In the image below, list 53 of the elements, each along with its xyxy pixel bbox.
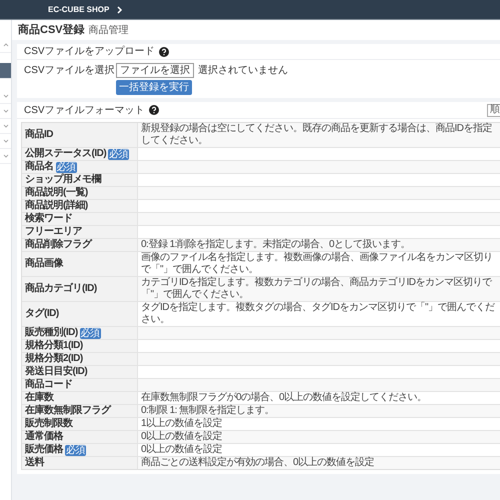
table-cell: カテゴリIDを指定します。複数カテゴリの場合、商品カテゴリIDをカンマ区切りで「"」で囲んでください。 <box>138 277 500 301</box>
field-name: 販売制限数 <box>25 418 72 430</box>
field-name: 発送日目安(ID) <box>25 366 88 378</box>
field-name: 在庫数無制限フラグ <box>25 405 110 417</box>
field-label: CSVファイルを選択 <box>24 64 116 78</box>
field-name: タグ(ID) <box>25 308 59 320</box>
card-title: CSVファイルフォーマット <box>24 104 145 118</box>
chevron-down-icon <box>2 94 8 98</box>
table-cell: 0:登録 1:削除を指定します。未指定の場合、0として扱います。 <box>138 239 500 251</box>
field-name: 販売種別(ID) <box>25 327 78 339</box>
chevron-down-icon <box>2 139 8 143</box>
table-cell: 商品ごとの送料設定が有効の場合、0以上の数値を設定 <box>138 457 500 469</box>
chevron-down-icon <box>2 124 8 128</box>
field-name: 公開ステータス(ID) <box>25 148 106 160</box>
field-name: 販売価格 <box>25 444 63 456</box>
required-badge: 必須 <box>80 328 101 338</box>
field-name: 規格分類2(ID) <box>25 353 83 365</box>
corner-button[interactable]: 順 <box>487 104 500 116</box>
field-name: ショップ用メモ欄 <box>25 174 101 186</box>
chevron-up-icon <box>2 43 8 47</box>
table-cell: 0:制限 1: 無制限を指定します。 <box>138 405 500 417</box>
sidebar-item[interactable] <box>0 63 11 79</box>
page-title: 商品CSV登録 <box>18 22 85 38</box>
field-name: 在庫数 <box>25 392 54 404</box>
required-badge: 必須 <box>108 148 130 160</box>
field-name: 商品説明(詳細) <box>25 200 88 212</box>
table-cell: 新規登録の場合は空にしてください。既存の商品を更新する場合は、商品IDを指定してください。 <box>138 123 500 147</box>
chevron-down-icon <box>2 154 8 158</box>
chevron-right-icon <box>117 6 124 14</box>
field-name: 検索ワード <box>25 213 72 225</box>
shop-name[interactable]: EC-CUBE SHOP <box>48 4 110 16</box>
help-icon <box>148 105 159 115</box>
page-subtitle: 商品管理 <box>88 24 129 38</box>
field-name: 商品説明(一覧) <box>25 187 88 199</box>
required-badge: 必須 <box>65 444 86 456</box>
field-name: 送料 <box>25 457 44 469</box>
file-select-button[interactable]: ファイルを選択 <box>116 63 194 78</box>
file-status: 選択されていません <box>198 64 288 78</box>
bulk-register-button[interactable]: 一括登録を実行 <box>116 80 192 95</box>
field-name: 商品名 <box>25 161 54 173</box>
chevron-down-icon <box>2 109 8 113</box>
field-name: 商品ID <box>25 129 53 141</box>
help-icon <box>158 46 169 56</box>
field-name: 規格分類1(ID) <box>25 340 83 352</box>
field-name: 商品コード <box>25 379 72 391</box>
card-title: CSVファイルをアップロード <box>24 44 155 59</box>
field-name: 商品画像 <box>25 258 63 270</box>
field-name: 商品カテゴリ(ID) <box>25 283 97 295</box>
field-name: フリーエリア <box>25 226 82 238</box>
table-cell: 0以上の数値を設定 <box>138 431 500 443</box>
field-name: 商品削除フラグ <box>25 239 92 251</box>
required-badge: 必須 <box>56 162 76 172</box>
field-name: 通常価格 <box>25 431 63 443</box>
